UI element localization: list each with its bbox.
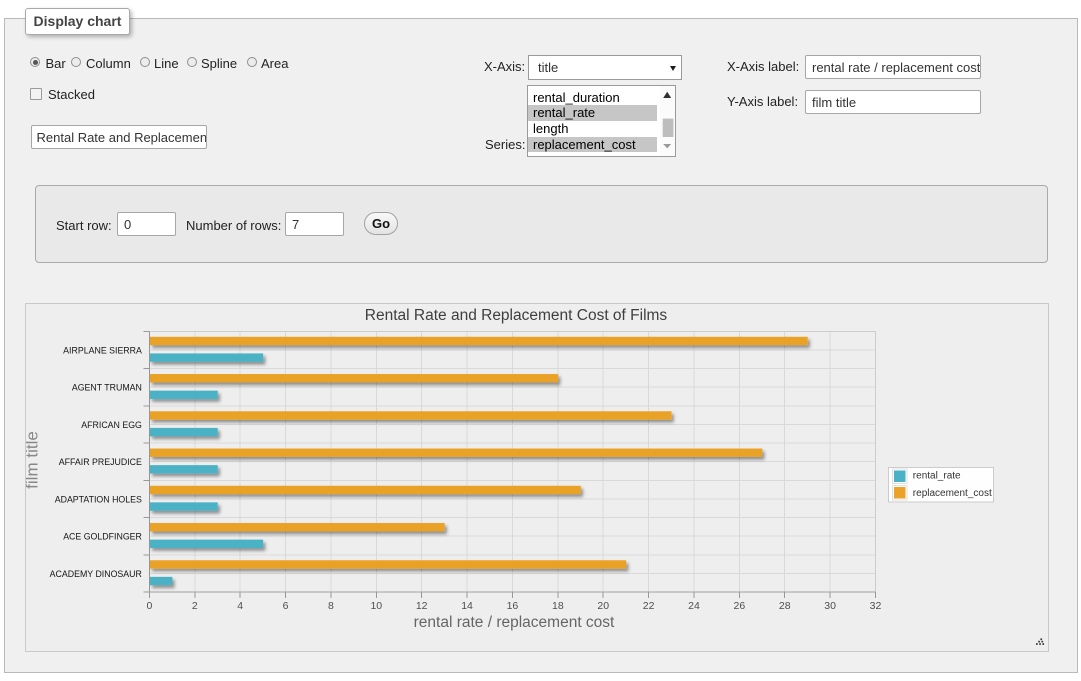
svg-text:4: 4 xyxy=(237,600,243,612)
svg-text:ACADEMY DINOSAUR: ACADEMY DINOSAUR xyxy=(50,569,142,579)
svg-text:AGENT TRUMAN: AGENT TRUMAN xyxy=(72,383,142,393)
svg-text:replacement_cost: replacement_cost xyxy=(913,488,992,499)
svg-text:rental_rate: rental_rate xyxy=(913,471,961,482)
svg-text:16: 16 xyxy=(507,600,519,612)
svg-text:24: 24 xyxy=(688,600,700,612)
svg-text:22: 22 xyxy=(643,600,655,612)
svg-text:12: 12 xyxy=(416,600,428,612)
svg-text:ADAPTATION HOLES: ADAPTATION HOLES xyxy=(55,494,142,504)
svg-text:32: 32 xyxy=(870,600,882,612)
svg-text:28: 28 xyxy=(779,600,791,612)
svg-text:18: 18 xyxy=(552,600,564,612)
svg-text:30: 30 xyxy=(824,600,836,612)
svg-text:26: 26 xyxy=(734,600,746,612)
svg-text:6: 6 xyxy=(283,600,289,612)
svg-text:20: 20 xyxy=(597,600,609,612)
svg-text:AFFAIR PREJUDICE: AFFAIR PREJUDICE xyxy=(59,457,142,467)
svg-text:14: 14 xyxy=(461,600,473,612)
svg-text:AFRICAN EGG: AFRICAN EGG xyxy=(81,420,142,430)
svg-text:2: 2 xyxy=(192,600,198,612)
svg-text:film title: film title xyxy=(26,431,42,489)
svg-text:rental rate / replacement cost: rental rate / replacement cost xyxy=(414,614,615,631)
svg-text:10: 10 xyxy=(370,600,382,612)
svg-text:ACE GOLDFINGER: ACE GOLDFINGER xyxy=(63,532,142,542)
svg-text:0: 0 xyxy=(146,600,152,612)
svg-text:AIRPLANE SIERRA: AIRPLANE SIERRA xyxy=(63,345,142,355)
svg-text:Rental Rate and Replacement Co: Rental Rate and Replacement Cost of Film… xyxy=(365,307,668,324)
svg-text:8: 8 xyxy=(328,600,334,612)
